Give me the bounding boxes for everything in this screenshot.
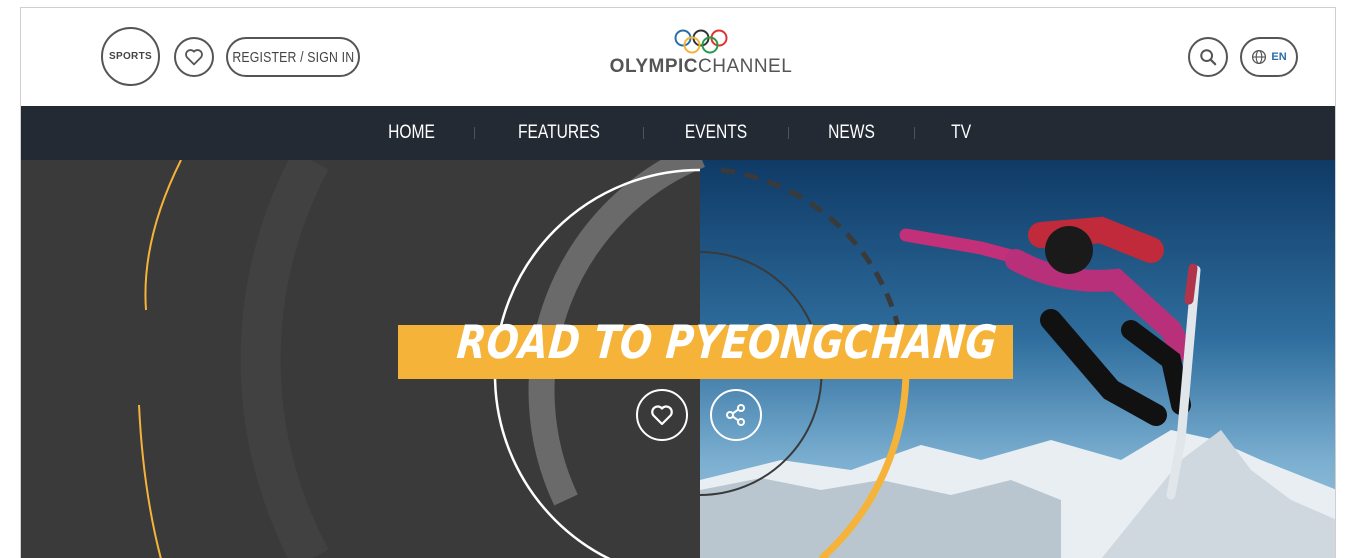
nav-item-news[interactable]: NEWS (789, 122, 914, 144)
share-icon (726, 404, 745, 426)
olympic-channel-logo[interactable]: OLYMPICCHANNEL (596, 28, 806, 88)
olympic-rings-icon (674, 29, 728, 54)
heart-icon (185, 49, 203, 66)
hero-favorite-button[interactable] (636, 389, 688, 441)
main-nav: HOME FEATURES EVENTS NEWS TV (21, 106, 1335, 160)
logo-rest: CHANNEL (698, 56, 793, 77)
language-code: EN (1271, 51, 1287, 63)
search-button[interactable] (1188, 37, 1228, 77)
logo-bold: OLYMPIC (609, 56, 698, 77)
hero-banner[interactable]: ROAD TO PYEONGCHANG (21, 160, 1335, 558)
page-frame: SPORTS REGISTER / SIGN IN OLYMPICCHANNEL (20, 7, 1336, 558)
register-sign-in-button[interactable]: REGISTER / SIGN IN (226, 37, 360, 77)
hero-title: ROAD TO PYEONGCHANG (454, 315, 1000, 369)
hero-share-button[interactable] (710, 389, 762, 441)
search-icon (1200, 49, 1217, 66)
globe-icon (1252, 49, 1267, 65)
sports-button[interactable]: SPORTS (101, 27, 160, 86)
nav-item-tv[interactable]: TV (915, 122, 1007, 144)
sports-label: SPORTS (109, 51, 152, 62)
language-selector[interactable]: EN (1240, 37, 1298, 77)
nav-item-events[interactable]: EVENTS (644, 122, 788, 144)
nav-items: HOME FEATURES EVENTS NEWS TV (21, 106, 1335, 160)
heart-icon (651, 405, 673, 426)
site-header: SPORTS REGISTER / SIGN IN OLYMPICCHANNEL (21, 8, 1335, 106)
logo-wordmark: OLYMPICCHANNEL (596, 56, 806, 78)
nav-item-features[interactable]: FEATURES (475, 122, 643, 144)
favorites-button[interactable] (174, 37, 214, 77)
register-label: REGISTER / SIGN IN (232, 48, 354, 66)
nav-item-home[interactable]: HOME (349, 122, 474, 144)
